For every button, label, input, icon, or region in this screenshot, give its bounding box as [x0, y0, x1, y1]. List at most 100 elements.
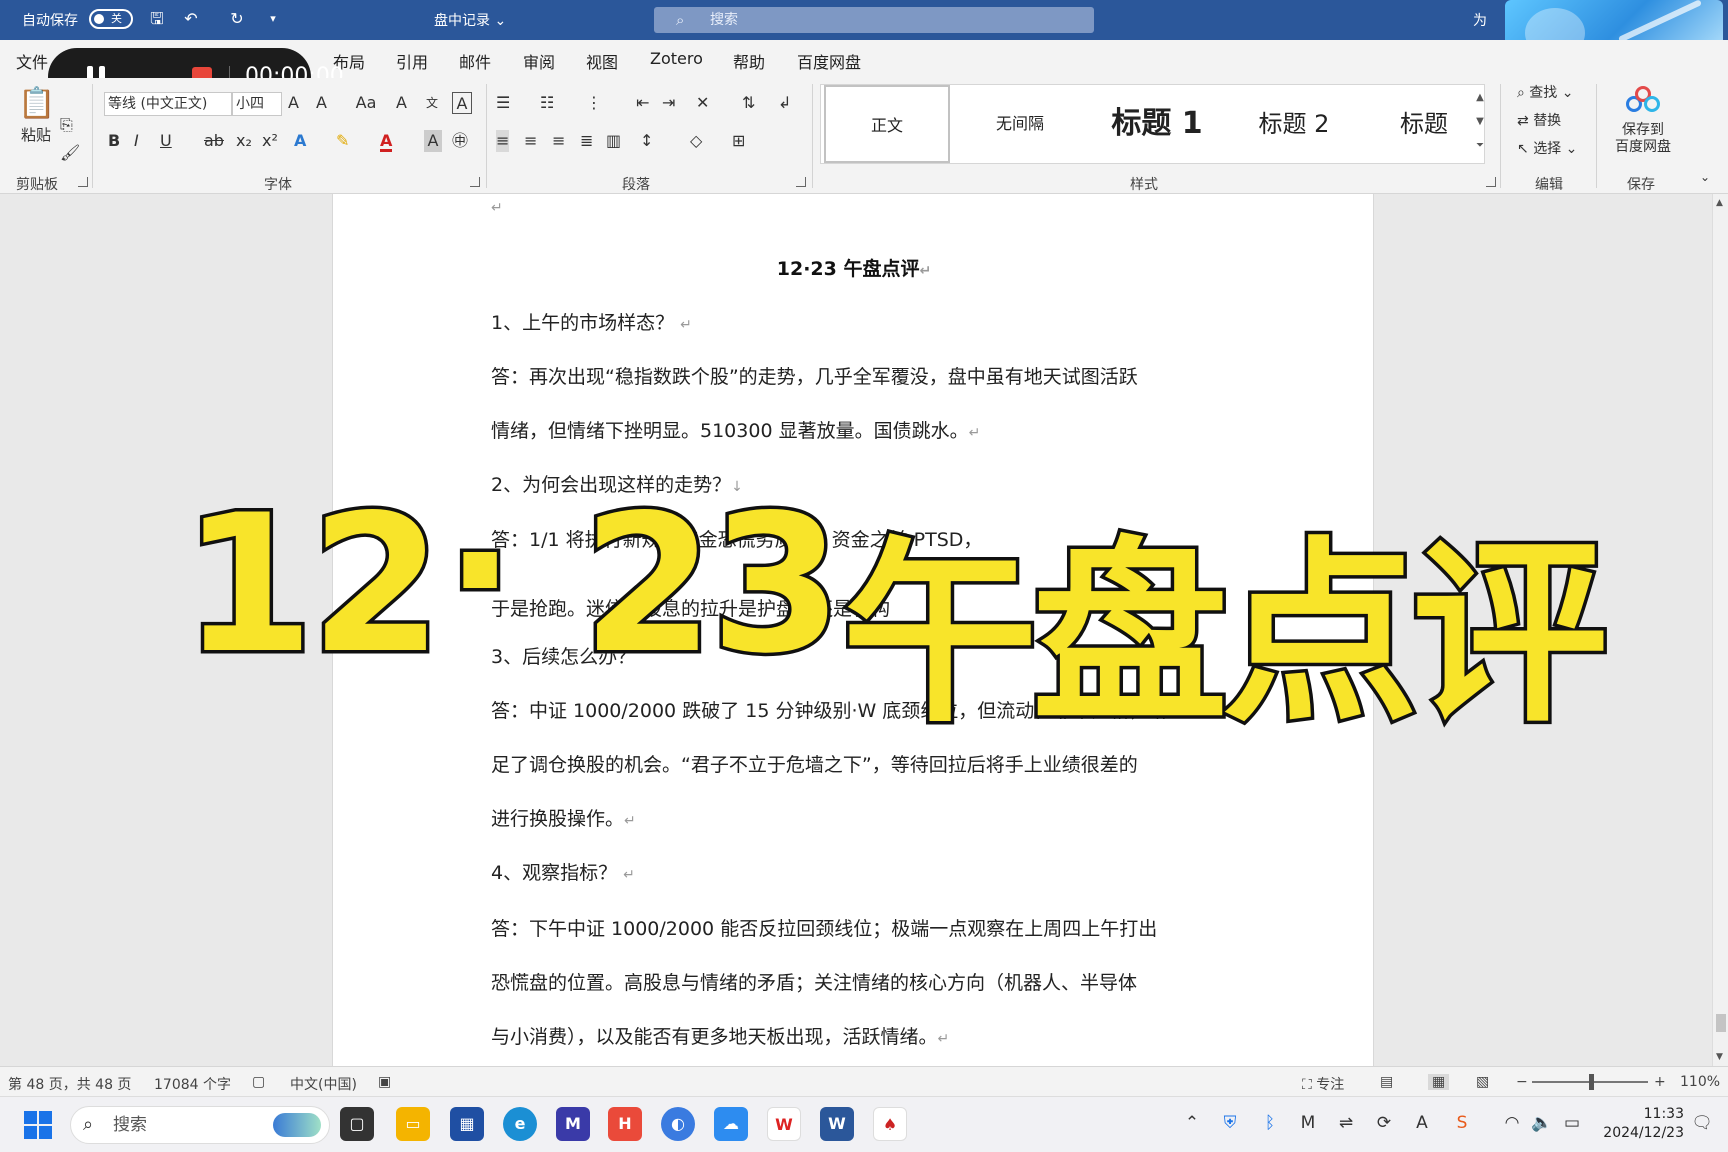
line-spacing-icon[interactable]: ↕: [640, 130, 653, 152]
clear-format-icon[interactable]: A: [396, 92, 407, 114]
show-hidden-icons-icon[interactable]: ⌃: [1180, 1113, 1204, 1133]
align-left-icon[interactable]: ≡: [496, 130, 510, 152]
borders-icon[interactable]: ⊞: [732, 130, 745, 152]
doc-line[interactable]: 情绪，但情绪下挫明显。510300 显著放量。国债跳水。↵: [491, 416, 980, 443]
zoom-out-button[interactable]: −: [1516, 1074, 1528, 1090]
scroll-down-icon[interactable]: ▼: [1716, 1052, 1723, 1062]
edge-browser-icon[interactable]: e: [503, 1107, 537, 1141]
proofing-icon[interactable]: ▢: [252, 1074, 265, 1090]
tab-references[interactable]: 引用: [396, 49, 428, 73]
doc-line[interactable]: 答：1/1 将执行新规，资金恐慌劣质股，资金之前 PTSD，: [491, 525, 982, 552]
text-effects-icon[interactable]: A: [294, 130, 306, 152]
paragraph-launcher-icon[interactable]: [796, 177, 806, 187]
system-clock[interactable]: 11:33 2024/12/23: [1598, 1105, 1684, 1143]
bluetooth-icon[interactable]: ᛒ: [1258, 1113, 1282, 1133]
mail-app-icon[interactable]: M: [556, 1107, 590, 1141]
show-marks-icon[interactable]: ↲: [778, 92, 791, 114]
shrink-font-icon[interactable]: A: [316, 92, 327, 114]
increase-indent-icon[interactable]: ⇥: [662, 92, 675, 114]
search-input[interactable]: ⌕ 搜索: [654, 7, 1094, 33]
doc-line[interactable]: 答：中证 1000/2000 跌破了 15 分钟级别·W 底颈线位，但流动性非常…: [491, 696, 1167, 723]
collapse-ribbon-icon[interactable]: ⌄: [1700, 166, 1710, 188]
microsoft-store-icon[interactable]: ▦: [450, 1107, 484, 1141]
font-color-icon[interactable]: A: [380, 130, 393, 152]
focus-mode-button[interactable]: ⛶ 专注: [1302, 1074, 1344, 1094]
undo-icon[interactable]: ↶: [180, 8, 202, 30]
customize-toolbar-icon[interactable]: ▾: [262, 8, 284, 30]
bullets-icon[interactable]: ☰: [496, 92, 510, 114]
decrease-indent-icon[interactable]: ⇤: [636, 92, 649, 114]
copy-icon[interactable]: ⎘: [60, 114, 73, 136]
font-size-select[interactable]: 小四: [232, 92, 282, 116]
grow-font-icon[interactable]: A: [288, 92, 299, 114]
align-right-icon[interactable]: ≡: [552, 130, 565, 152]
distributed-icon[interactable]: ▥: [606, 130, 621, 152]
style-no-spacing[interactable]: 无间隔: [957, 85, 1083, 163]
find-button[interactable]: ⌕ 查找 ⌄: [1517, 82, 1573, 102]
doc-line[interactable]: 4、观察指标？ ↵: [491, 858, 635, 885]
italic-icon[interactable]: I: [134, 130, 139, 152]
char-border-icon[interactable]: A: [452, 92, 472, 114]
word-count[interactable]: 17084 个字: [154, 1074, 231, 1094]
justify-icon[interactable]: ≣: [580, 130, 593, 152]
page-count[interactable]: 第 48 页，共 48 页: [8, 1074, 131, 1094]
align-center-icon[interactable]: ≡: [524, 130, 537, 152]
taskbar-search-input[interactable]: ⌕ 搜索: [70, 1106, 330, 1144]
superscript-icon[interactable]: x²: [262, 130, 278, 152]
web-layout-icon[interactable]: ▧: [1476, 1074, 1489, 1090]
volume-muted-icon[interactable]: 🔈: [1530, 1113, 1554, 1133]
strikethrough-icon[interactable]: ab: [204, 130, 224, 152]
replace-button[interactable]: ⇄ 替换: [1517, 110, 1561, 130]
document-title[interactable]: 盘中记录 ⌄: [434, 10, 506, 30]
task-view-icon[interactable]: ▢: [340, 1107, 374, 1141]
autosave-toggle[interactable]: 关: [89, 9, 133, 29]
notification-icon[interactable]: 🗨: [1690, 1113, 1714, 1133]
tray-app-m-icon[interactable]: M: [1296, 1113, 1320, 1133]
tab-file[interactable]: 文件: [16, 49, 48, 73]
enclose-char-icon[interactable]: ㊥: [452, 130, 468, 152]
paste-label[interactable]: 粘贴: [16, 124, 56, 146]
security-shield-icon[interactable]: ⛨: [1218, 1113, 1242, 1133]
sync-icon[interactable]: ⟳: [1372, 1113, 1396, 1133]
windows-start-icon[interactable]: [24, 1111, 52, 1139]
underline-icon[interactable]: U: [160, 130, 172, 152]
highlight-icon[interactable]: ✎: [336, 130, 349, 152]
huawei-app-icon[interactable]: H: [608, 1107, 642, 1141]
zoom-in-button[interactable]: +: [1654, 1074, 1666, 1090]
tab-view[interactable]: 视图: [586, 49, 618, 73]
zoom-slider-thumb[interactable]: [1589, 1074, 1594, 1090]
doc-line[interactable]: 3、后续怎么办？: [491, 642, 636, 669]
style-heading-1[interactable]: 标题 1: [1087, 85, 1227, 163]
styles-scroll-up-icon[interactable]: ▲: [1472, 86, 1488, 110]
file-explorer-icon[interactable]: ▭: [396, 1107, 430, 1141]
clipboard-launcher-icon[interactable]: [78, 177, 88, 187]
subscript-icon[interactable]: x₂: [236, 130, 252, 152]
read-mode-icon[interactable]: ▤: [1380, 1074, 1393, 1090]
style-heading-2[interactable]: 标题 2: [1231, 85, 1357, 163]
tab-help[interactable]: 帮助: [733, 49, 765, 73]
style-normal[interactable]: 正文: [824, 85, 950, 163]
browser-app-icon[interactable]: ◐: [661, 1107, 695, 1141]
vertical-scrollbar[interactable]: ▲ ▼: [1712, 194, 1728, 1066]
tab-baidu-netdisk[interactable]: 百度网盘: [797, 49, 861, 73]
save-icon[interactable]: 🖫: [146, 8, 168, 30]
styles-more-icon[interactable]: ⏷: [1472, 134, 1488, 158]
doc-line[interactable]: 与小消费），以及能否有更多地天板出现，活跃情绪。↵: [491, 1022, 949, 1049]
accessibility-icon[interactable]: ▣: [378, 1074, 391, 1090]
tray-settings-icon[interactable]: ⇌: [1334, 1113, 1358, 1133]
font-launcher-icon[interactable]: [470, 177, 480, 187]
scrollbar-thumb[interactable]: [1716, 1014, 1726, 1032]
sort-icon[interactable]: ⇅: [742, 92, 755, 114]
styles-scroll-down-icon[interactable]: ▼: [1472, 110, 1488, 134]
doc-line[interactable]: 答：再次出现“稳指数跌个股”的走势，几乎全军覆没，盘中虽有地天试图活跃: [491, 362, 1138, 389]
cloud-app-icon[interactable]: ☁: [714, 1107, 748, 1141]
doc-line[interactable]: 2、为何会出现这样的走势？↓: [491, 470, 743, 497]
bold-icon[interactable]: B: [108, 130, 120, 152]
styles-launcher-icon[interactable]: [1486, 177, 1496, 187]
wifi-icon[interactable]: ◠: [1500, 1113, 1524, 1133]
doc-line[interactable]: 恐慌盘的位置。高股息与情绪的矛盾；关注情绪的核心方向（机器人、半导体: [491, 968, 1137, 995]
numbering-icon[interactable]: ☷: [540, 92, 554, 114]
scroll-up-icon[interactable]: ▲: [1716, 198, 1723, 208]
doc-line[interactable]: 1、上午的市场样态？ ↵: [491, 308, 692, 335]
multilevel-list-icon[interactable]: ⋮: [586, 92, 602, 114]
